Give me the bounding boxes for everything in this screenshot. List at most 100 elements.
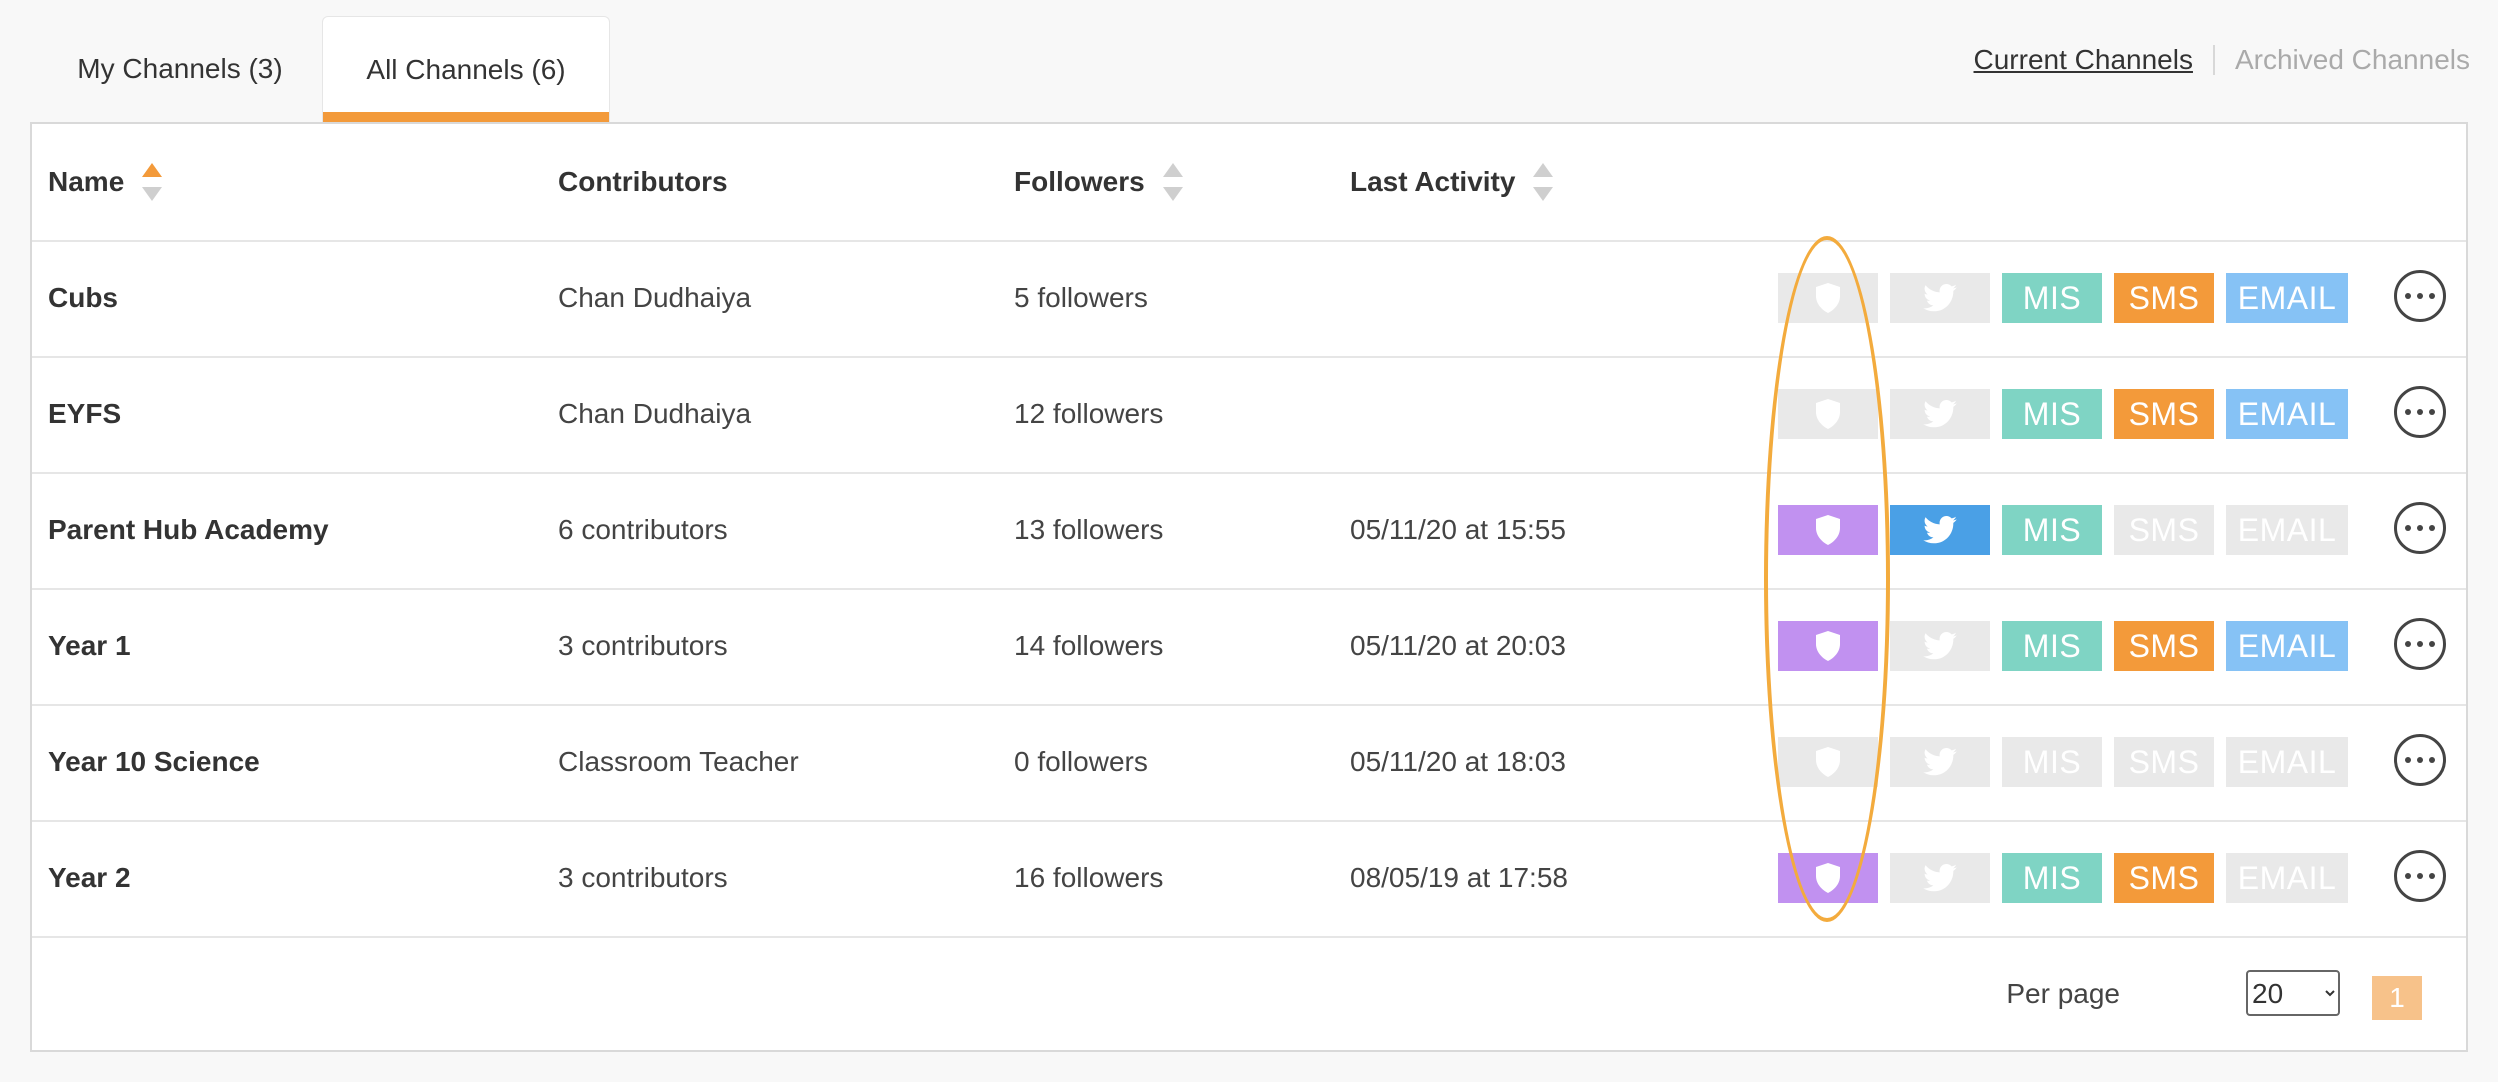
column-header-last-activity[interactable]: Last Activity xyxy=(1350,124,1554,240)
cell-last-activity: 08/05/19 at 17:58 xyxy=(1350,862,1568,893)
mis-badge-label: MIS xyxy=(2022,395,2082,432)
shield-icon xyxy=(1814,398,1842,430)
cell-followers: 12 followers xyxy=(1014,398,1164,429)
tab-my-channels[interactable]: My Channels (3) xyxy=(32,16,322,122)
sms-badge-label: SMS xyxy=(2128,859,2200,896)
cell-followers: 16 followers xyxy=(1014,862,1164,893)
mis-badge[interactable]: MIS xyxy=(2002,273,2102,323)
cell-contributors: Chan Dudhaiya xyxy=(558,398,752,429)
twitter-icon xyxy=(1923,632,1957,660)
shield-toggle[interactable] xyxy=(1778,389,1878,439)
shield-toggle[interactable] xyxy=(1778,853,1878,903)
cell-contributors: Chan Dudhaiya xyxy=(558,282,752,313)
per-page-label: Per page xyxy=(2006,978,2120,1009)
archived-channels-link[interactable]: Archived Channels xyxy=(2235,44,2470,76)
table-row: Year 1 3 contributors 14 followers 05/11/20… xyxy=(32,588,2466,706)
cell-followers: 0 followers xyxy=(1014,746,1148,777)
email-badge-label: EMAIL xyxy=(2237,279,2337,316)
more-options-icon[interactable] xyxy=(2394,502,2446,554)
column-header-name[interactable]: Name xyxy=(48,124,163,240)
mis-badge[interactable]: MIS xyxy=(2002,737,2102,787)
mis-badge[interactable]: MIS xyxy=(2002,389,2102,439)
mis-badge[interactable]: MIS xyxy=(2002,853,2102,903)
per-page-select[interactable]: 20 xyxy=(2246,970,2340,1016)
twitter-toggle[interactable] xyxy=(1890,853,1990,903)
cell-name[interactable]: Year 1 xyxy=(48,588,131,704)
sms-badge-label: SMS xyxy=(2128,627,2200,664)
email-badge[interactable]: EMAIL xyxy=(2226,853,2348,903)
more-options-icon[interactable] xyxy=(2394,270,2446,322)
twitter-toggle[interactable] xyxy=(1890,737,1990,787)
channel-tabs: My Channels (3) All Channels (6) xyxy=(32,16,610,122)
email-badge[interactable]: EMAIL xyxy=(2226,273,2348,323)
more-options-icon[interactable] xyxy=(2394,618,2446,670)
email-badge-label: EMAIL xyxy=(2237,395,2337,432)
cell-name[interactable]: Parent Hub Academy xyxy=(48,472,329,588)
shield-toggle[interactable] xyxy=(1778,737,1878,787)
cell-followers: 5 followers xyxy=(1014,282,1148,313)
shield-toggle[interactable] xyxy=(1778,621,1878,671)
sms-badge[interactable]: SMS xyxy=(2114,853,2214,903)
shield-icon xyxy=(1814,514,1842,546)
sms-badge[interactable]: SMS xyxy=(2114,621,2214,671)
sms-badge[interactable]: SMS xyxy=(2114,389,2214,439)
twitter-toggle[interactable] xyxy=(1890,273,1990,323)
table-row: Year 2 3 contributors 16 followers 08/05/19… xyxy=(32,820,2466,938)
cell-last-activity: 05/11/20 at 18:03 xyxy=(1350,746,1566,777)
sort-icon[interactable] xyxy=(1533,163,1554,201)
email-badge[interactable]: EMAIL xyxy=(2226,621,2348,671)
mis-badge-label: MIS xyxy=(2022,859,2082,896)
more-options-icon[interactable] xyxy=(2394,386,2446,438)
cell-name[interactable]: Cubs xyxy=(48,240,118,356)
table-row: Cubs Chan Dudhaiya 5 followers MIS SMS EMAIL xyxy=(32,240,2466,358)
mis-badge[interactable]: MIS xyxy=(2002,505,2102,555)
email-badge[interactable]: EMAIL xyxy=(2226,737,2348,787)
twitter-toggle[interactable] xyxy=(1890,389,1990,439)
cell-followers: 13 followers xyxy=(1014,514,1164,545)
mis-badge[interactable]: MIS xyxy=(2002,621,2102,671)
mis-badge-label: MIS xyxy=(2022,511,2082,548)
column-header-last-activity-label: Last Activity xyxy=(1350,166,1516,197)
table-row: Year 10 Science Classroom Teacher 0 follow… xyxy=(32,704,2466,822)
sms-badge[interactable]: SMS xyxy=(2114,737,2214,787)
sms-badge-label: SMS xyxy=(2128,279,2200,316)
sort-ascending-icon[interactable] xyxy=(142,163,163,201)
table-row: EYFS Chan Dudhaiya 12 followers MIS SMS EMAIL xyxy=(32,356,2466,474)
more-options-icon[interactable] xyxy=(2394,850,2446,902)
cell-name[interactable]: Year 2 xyxy=(48,820,131,936)
shield-icon xyxy=(1814,746,1842,778)
shield-toggle[interactable] xyxy=(1778,273,1878,323)
sms-badge[interactable]: SMS xyxy=(2114,505,2214,555)
twitter-toggle[interactable] xyxy=(1890,621,1990,671)
shield-icon xyxy=(1814,862,1842,894)
email-badge-label: EMAIL xyxy=(2237,627,2337,664)
more-options-icon[interactable] xyxy=(2394,734,2446,786)
cell-followers: 14 followers xyxy=(1014,630,1164,661)
email-badge-label: EMAIL xyxy=(2237,859,2337,896)
sms-badge-label: SMS xyxy=(2128,395,2200,432)
cell-contributors: Classroom Teacher xyxy=(558,746,799,777)
page-button-1[interactable]: 1 xyxy=(2372,976,2422,1020)
shield-toggle[interactable] xyxy=(1778,505,1878,555)
email-badge-label: EMAIL xyxy=(2237,511,2337,548)
email-badge[interactable]: EMAIL xyxy=(2226,505,2348,555)
cell-name[interactable]: EYFS xyxy=(48,356,121,472)
twitter-toggle[interactable] xyxy=(1890,505,1990,555)
mis-badge-label: MIS xyxy=(2022,743,2082,780)
tab-all-channels[interactable]: All Channels (6) xyxy=(322,16,610,122)
shield-icon xyxy=(1814,282,1842,314)
sort-icon[interactable] xyxy=(1162,163,1183,201)
twitter-icon xyxy=(1923,864,1957,892)
current-channels-link[interactable]: Current Channels xyxy=(1974,44,2193,76)
cell-name[interactable]: Year 10 Science xyxy=(48,704,260,820)
email-badge[interactable]: EMAIL xyxy=(2226,389,2348,439)
mis-badge-label: MIS xyxy=(2022,627,2082,664)
email-badge-label: EMAIL xyxy=(2237,743,2337,780)
table-footer: Per page 20 1 xyxy=(32,940,2466,1050)
column-header-followers-label: Followers xyxy=(1014,166,1145,197)
sms-badge[interactable]: SMS xyxy=(2114,273,2214,323)
column-header-followers[interactable]: Followers xyxy=(1014,124,1183,240)
channel-filter-links: Current Channels Archived Channels xyxy=(1974,44,2470,76)
table-header: Name Contributors Followers Last Activit… xyxy=(32,124,2466,242)
twitter-icon xyxy=(1923,400,1957,428)
